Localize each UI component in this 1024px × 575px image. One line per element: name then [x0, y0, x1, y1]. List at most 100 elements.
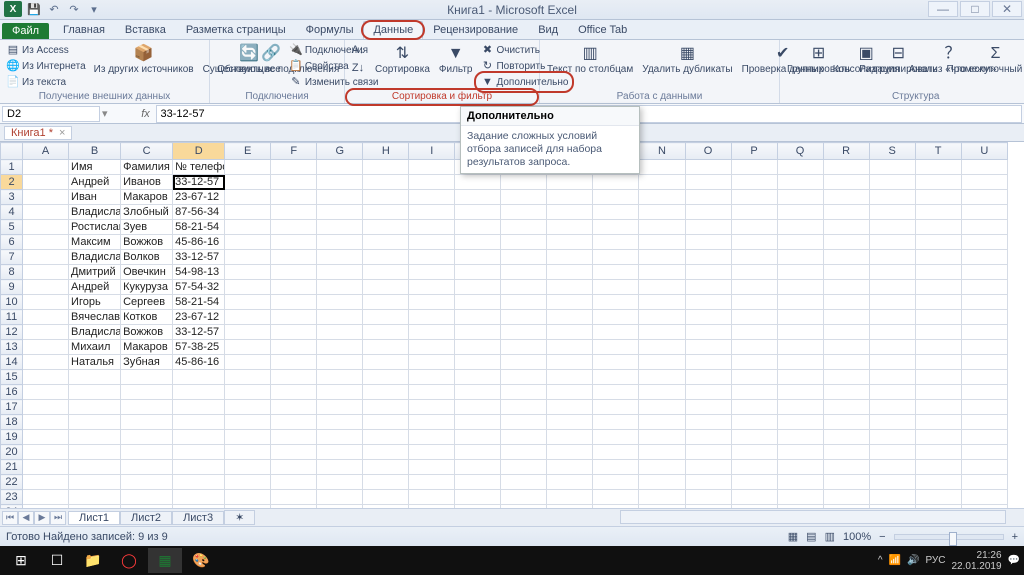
cell[interactable] — [317, 235, 363, 250]
cell[interactable] — [225, 475, 271, 490]
cell[interactable] — [501, 190, 547, 205]
cell[interactable] — [69, 490, 121, 505]
cell[interactable] — [777, 220, 823, 235]
cell[interactable] — [731, 160, 777, 175]
tray-up-icon[interactable]: ^ — [878, 555, 883, 566]
cell[interactable] — [731, 475, 777, 490]
cell[interactable] — [869, 265, 915, 280]
cell[interactable] — [593, 205, 639, 220]
cell[interactable] — [69, 430, 121, 445]
cell[interactable] — [317, 265, 363, 280]
row-header[interactable]: 11 — [1, 310, 23, 325]
cell[interactable] — [915, 340, 961, 355]
cell[interactable] — [225, 220, 271, 235]
cell[interactable] — [731, 280, 777, 295]
cell[interactable] — [823, 220, 869, 235]
cell[interactable] — [23, 400, 69, 415]
cell[interactable] — [915, 400, 961, 415]
subtotal-button[interactable]: ΣПромежуточный итог — [944, 42, 1024, 76]
cell[interactable]: Вячеслав — [69, 310, 121, 325]
cell[interactable] — [823, 325, 869, 340]
cell[interactable] — [961, 445, 1007, 460]
sheet-nav-first-icon[interactable]: ⏮ — [2, 511, 18, 525]
row-header[interactable]: 13 — [1, 340, 23, 355]
cell[interactable] — [23, 250, 69, 265]
cell[interactable] — [961, 280, 1007, 295]
cell[interactable]: 33-12-57 — [173, 250, 225, 265]
cell[interactable] — [173, 415, 225, 430]
cell[interactable] — [777, 355, 823, 370]
cell[interactable] — [731, 415, 777, 430]
cell[interactable] — [961, 160, 1007, 175]
cell[interactable] — [823, 250, 869, 265]
column-header[interactable]: Q — [777, 143, 823, 160]
sheet-nav-next-icon[interactable]: ▶ — [34, 511, 50, 525]
cell[interactable] — [271, 370, 317, 385]
cell[interactable] — [409, 460, 455, 475]
cell[interactable] — [823, 175, 869, 190]
cell[interactable] — [317, 160, 363, 175]
cell[interactable] — [317, 490, 363, 505]
sheet-tab-3[interactable]: Лист3 — [172, 511, 224, 525]
cell[interactable]: 33-12-57 — [173, 175, 225, 190]
cell[interactable] — [593, 325, 639, 340]
cell[interactable] — [225, 430, 271, 445]
column-header[interactable]: U — [961, 143, 1007, 160]
cell[interactable] — [69, 460, 121, 475]
cell[interactable] — [915, 415, 961, 430]
cell[interactable] — [731, 205, 777, 220]
cell[interactable] — [225, 490, 271, 505]
cell[interactable] — [823, 490, 869, 505]
cell[interactable] — [363, 445, 409, 460]
tab-data[interactable]: Данные — [363, 21, 423, 39]
cell[interactable] — [777, 490, 823, 505]
cell[interactable] — [869, 460, 915, 475]
cell[interactable] — [455, 190, 501, 205]
close-button[interactable]: ✕ — [992, 1, 1022, 17]
cell[interactable] — [685, 295, 731, 310]
cell[interactable] — [869, 475, 915, 490]
sort-za-button[interactable]: Z↓ — [349, 60, 369, 76]
cell[interactable] — [69, 475, 121, 490]
cell[interactable] — [547, 220, 593, 235]
cell[interactable] — [731, 190, 777, 205]
view-pagebreak-icon[interactable]: ▥ — [825, 530, 835, 543]
cell[interactable] — [363, 475, 409, 490]
zoom-out-button[interactable]: − — [879, 531, 885, 543]
cell[interactable] — [915, 355, 961, 370]
cell[interactable] — [409, 280, 455, 295]
select-all-corner[interactable] — [1, 143, 23, 160]
cell[interactable] — [685, 310, 731, 325]
cell[interactable] — [455, 310, 501, 325]
language-indicator[interactable]: РУС — [925, 555, 945, 566]
row-header[interactable]: 1 — [1, 160, 23, 175]
sheet-tab-1[interactable]: Лист1 — [68, 511, 120, 525]
cell[interactable] — [731, 325, 777, 340]
cell[interactable] — [639, 490, 685, 505]
clock[interactable]: 21:2622.01.2019 — [951, 550, 1001, 572]
cell[interactable] — [961, 325, 1007, 340]
cell[interactable] — [777, 460, 823, 475]
cell[interactable] — [685, 190, 731, 205]
cell[interactable] — [271, 385, 317, 400]
cell[interactable]: Зубная — [121, 355, 173, 370]
cell[interactable] — [777, 160, 823, 175]
cell[interactable] — [121, 430, 173, 445]
cell[interactable] — [731, 385, 777, 400]
cell[interactable] — [317, 250, 363, 265]
cell[interactable] — [317, 445, 363, 460]
cell[interactable] — [639, 340, 685, 355]
cell[interactable] — [685, 490, 731, 505]
cell[interactable] — [363, 160, 409, 175]
cell[interactable]: Фамилия — [121, 160, 173, 175]
cell[interactable] — [915, 385, 961, 400]
cell[interactable] — [593, 355, 639, 370]
cell[interactable] — [731, 250, 777, 265]
sheet-nav-prev-icon[interactable]: ◀ — [18, 511, 34, 525]
cell[interactable] — [731, 355, 777, 370]
cell[interactable] — [547, 460, 593, 475]
cell[interactable] — [225, 370, 271, 385]
cell[interactable]: Дмитрий — [69, 265, 121, 280]
cell[interactable] — [69, 445, 121, 460]
cell[interactable] — [501, 385, 547, 400]
